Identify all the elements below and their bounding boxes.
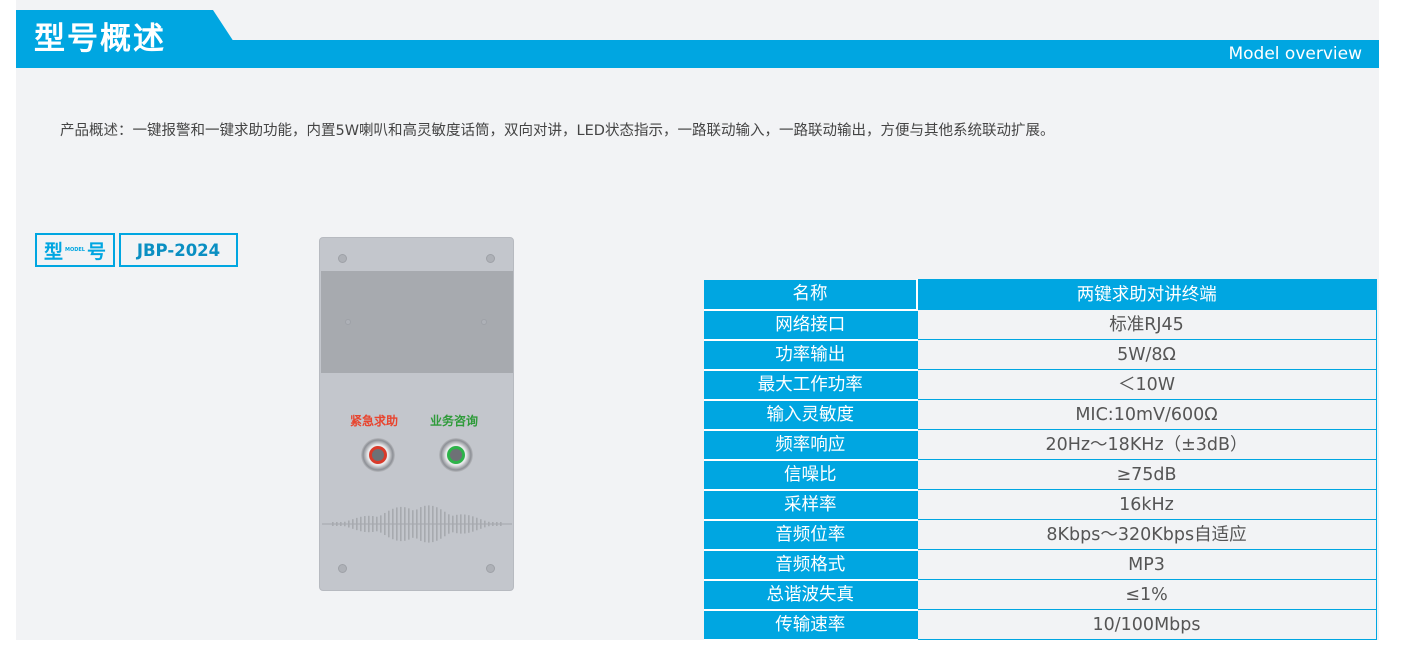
model-char-left: 型 [43,240,63,263]
screw-icon [486,564,495,573]
spec-value: MIC:10mV/600Ω [916,399,1377,430]
spec-name: 最大工作功率 [704,369,917,401]
spec-row: 总谐波失真 ≤1% [704,579,1377,611]
spec-row: 频率响应 20Hz～18KHz（±3dB） [704,429,1377,461]
spec-name: 传输速率 [704,609,917,641]
spec-row: 音频格式 MP3 [704,549,1377,581]
service-button-icon [439,438,473,472]
led-ring-icon [369,446,387,464]
screw-icon [338,564,347,573]
section-subtitle: Model overview [1228,44,1362,64]
spec-row: 网络接口 标准RJ45 [704,309,1377,341]
spec-name: 总谐波失真 [704,579,917,611]
emergency-button-icon [361,438,395,472]
spec-value: ＜10W [916,369,1377,400]
spec-name: 采样率 [704,489,917,521]
device-image: 紧急求助 业务咨询 [319,237,514,591]
screw-icon [345,319,351,325]
spec-name: 频率响应 [704,429,917,461]
service-button-label: 业务咨询 [430,414,479,428]
emergency-button-label: 紧急求助 [350,414,399,428]
spec-header-value: 两键求助对讲终端 [916,279,1377,310]
screw-icon [338,254,347,263]
spec-table: 名称 两键求助对讲终端 网络接口 标准RJ45 功率输出 5W/8Ω 最大工作功率 ＜10… [704,279,1377,641]
spec-value: 8Kbps～320Kbps自适应 [916,519,1377,550]
model-badge: 型 MODEL 号 JBP-2024 [35,233,238,267]
spec-row: 传输速率 10/100Mbps [704,609,1377,641]
spec-value: MP3 [916,549,1377,580]
spec-value: 标准RJ45 [916,309,1377,340]
screw-icon [481,319,487,325]
spec-row: 功率输出 5W/8Ω [704,339,1377,371]
model-small-text: MODEL [65,247,85,253]
spec-name: 网络接口 [704,309,917,341]
screw-icon [486,254,495,263]
model-number: JBP-2024 [119,233,238,267]
spec-name: 信噪比 [704,459,917,491]
spec-row: 信噪比 ≥75dB [704,459,1377,491]
spec-name: 音频位率 [704,519,917,551]
spec-name: 音频格式 [704,549,917,581]
spec-row: 最大工作功率 ＜10W [704,369,1377,401]
spec-name: 功率输出 [704,339,917,371]
led-ring-icon [447,446,465,464]
spec-header-name: 名称 [704,279,917,311]
spec-header-row: 名称 两键求助对讲终端 [704,279,1377,311]
spec-value: 10/100Mbps [916,609,1377,640]
spec-value: 20Hz～18KHz（±3dB） [916,429,1377,460]
spec-value: ≤1% [916,579,1377,610]
spec-row: 音频位率 8Kbps～320Kbps自适应 [704,519,1377,551]
spec-value: 5W/8Ω [916,339,1377,370]
product-overview-text: 产品概述：一键报警和一键求助功能，内置5W喇叭和高灵敏度话筒，双向对讲，LED状… [60,123,1055,139]
spec-name: 输入灵敏度 [704,399,917,431]
spec-value: 16kHz [916,489,1377,520]
spec-row: 输入灵敏度 MIC:10mV/600Ω [704,399,1377,431]
section-title: 型号概述 [34,21,166,57]
spec-value: ≥75dB [916,459,1377,490]
speaker-panel [321,271,513,373]
model-label: 型 MODEL 号 [35,233,115,267]
microphone-grille-icon [322,505,512,543]
spec-row: 采样率 16kHz [704,489,1377,521]
model-char-right: 号 [86,240,106,263]
